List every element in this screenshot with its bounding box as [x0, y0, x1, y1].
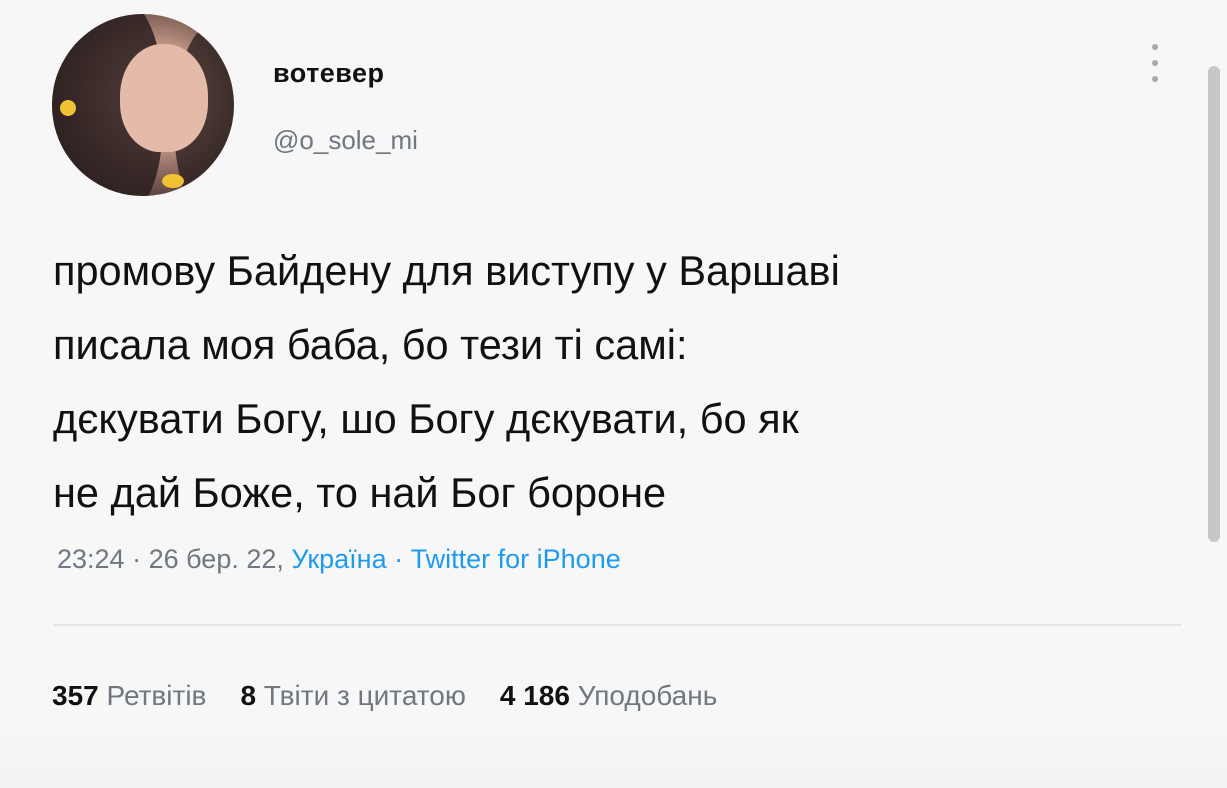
user-handle[interactable]: @o_sole_mi — [273, 125, 418, 156]
meta-separator: · — [394, 544, 404, 574]
tweet-card: вотевер @o_sole_mi промову Байдену для в… — [0, 0, 1227, 788]
more-dot — [1152, 60, 1158, 66]
likes-stat[interactable]: 4 186 Уподобань — [500, 680, 717, 711]
more-vertical-icon[interactable] — [1148, 44, 1162, 92]
retweets-stat[interactable]: 357 Ретвітів — [52, 680, 206, 711]
avatar[interactable] — [52, 14, 234, 196]
bottom-fade — [0, 720, 1227, 788]
more-dot — [1152, 76, 1158, 82]
tweet-text-line: писала моя баба, бо тези ті самі: — [53, 321, 688, 368]
tweet-text-line: промову Байдену для виступу у Варшаві — [53, 247, 840, 294]
tweet-text-line: дєкувати Богу, шо Богу дєкувати, бо як — [53, 395, 799, 442]
tweet-time[interactable]: 23:24 — [57, 544, 125, 574]
tweet-stats: 357 Ретвітів 8 Твіти з цитатою 4 186 Уподо… — [52, 680, 717, 712]
likes-label: Уподобань — [577, 680, 718, 711]
quotes-stat[interactable]: 8 Твіти з цитатою — [240, 680, 465, 711]
avatar-face — [120, 44, 208, 152]
quotes-label: Твіти з цитатою — [263, 680, 466, 711]
divider — [53, 624, 1181, 626]
tweet-location-link[interactable]: Україна — [291, 544, 386, 574]
avatar-decoration — [60, 100, 76, 116]
tweet-source-link[interactable]: Twitter for iPhone — [411, 544, 621, 574]
meta-separator: · — [132, 544, 142, 574]
display-name[interactable]: вотевер — [273, 58, 385, 89]
tweet-text: промову Байдену для виступу у Варшаві пи… — [53, 234, 1173, 530]
quotes-count: 8 — [240, 680, 257, 711]
scrollbar[interactable] — [1208, 66, 1220, 542]
avatar-decoration — [162, 174, 184, 188]
likes-count: 4 186 — [499, 680, 570, 711]
more-dot — [1152, 44, 1158, 50]
tweet-date[interactable]: 26 бер. 22, — [149, 544, 284, 574]
tweet-meta: 23:24 · 26 бер. 22, Україна · Twitter fo… — [57, 544, 621, 575]
retweets-label: Ретвітів — [106, 680, 207, 711]
tweet-text-line: не дай Боже, то най Бог бороне — [53, 469, 667, 516]
retweets-count: 357 — [52, 680, 99, 711]
